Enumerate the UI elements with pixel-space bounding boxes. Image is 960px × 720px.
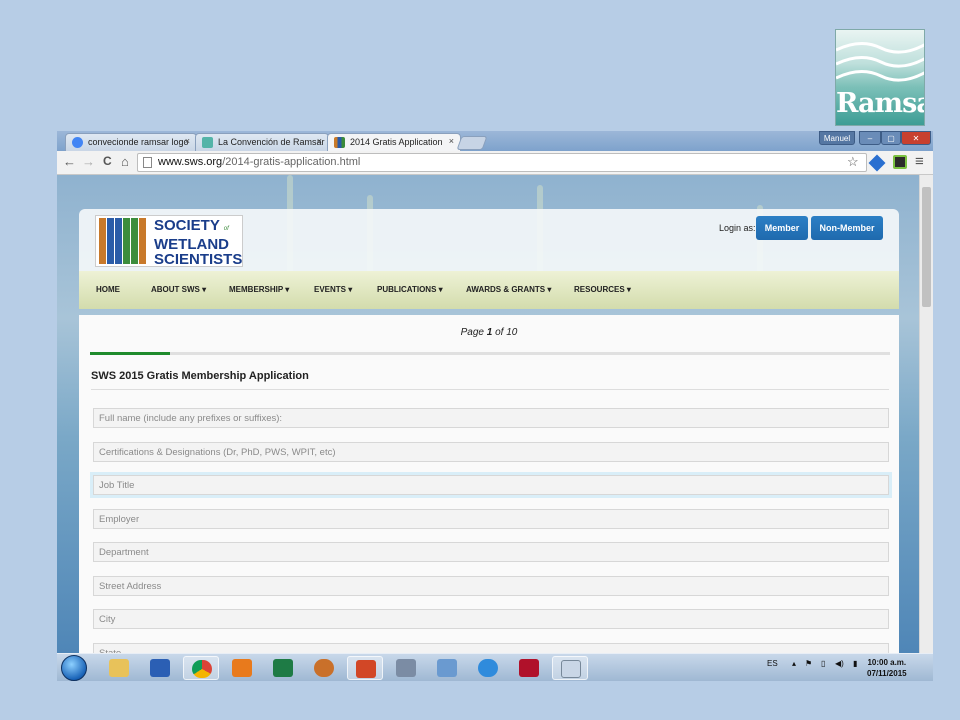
snipping-tool-taskbar-icon[interactable] xyxy=(552,656,588,680)
application-form: Page 1 of 10 SWS 2015 Gratis Membership … xyxy=(79,315,899,653)
tab-label: convecionde ramsar logo xyxy=(88,137,189,147)
screenshot-window: convecionde ramsar logo × La Convención … xyxy=(57,131,933,681)
logo-line-3: SCIENTISTS xyxy=(154,251,243,268)
show-hidden-icons[interactable]: ▴ xyxy=(792,659,796,668)
explorer-taskbar-icon[interactable] xyxy=(101,656,137,680)
divider xyxy=(91,389,889,390)
ramsar-logo-text: Ramsar xyxy=(836,88,924,119)
ramsar-favicon-icon xyxy=(202,137,213,148)
progress-fill xyxy=(90,352,170,355)
sws-logo[interactable]: SOCIETY of WETLAND SCIENTISTS xyxy=(95,215,243,267)
powerpoint-taskbar-icon[interactable] xyxy=(347,656,383,680)
browser-titlebar: convecionde ramsar logo × La Convención … xyxy=(57,131,933,151)
logo-line-2: WETLAND xyxy=(154,236,229,253)
logo-of: of xyxy=(223,226,229,232)
url-path: /2014-gratis-application.html xyxy=(222,156,361,168)
member-login-button[interactable]: Member xyxy=(756,216,808,240)
department-field[interactable]: Department xyxy=(93,542,889,562)
new-tab-button[interactable] xyxy=(456,136,488,150)
nav-home[interactable]: HOME xyxy=(96,285,120,294)
media-player-taskbar-icon[interactable] xyxy=(224,656,260,680)
nav-publications[interactable]: PUBLICATIONS ▾ xyxy=(377,285,443,294)
taskbar-clock[interactable]: 10:00 a.m. 07/11/2015 xyxy=(867,657,907,679)
nav-resources[interactable]: RESOURCES ▾ xyxy=(574,285,631,294)
calculator-taskbar-icon[interactable] xyxy=(388,656,424,680)
action-center-icon[interactable]: ⚑ xyxy=(805,659,812,668)
close-tab-icon[interactable]: × xyxy=(185,136,190,146)
url-host: www.sws.org xyxy=(158,156,223,168)
close-tab-icon[interactable]: × xyxy=(449,136,454,146)
chrome-menu-icon[interactable]: ≡ xyxy=(915,153,924,170)
scrollbar-thumb[interactable] xyxy=(922,187,931,307)
nav-membership[interactable]: MEMBERSHIP ▾ xyxy=(229,285,289,294)
job-title-field[interactable]: Job Title xyxy=(93,475,889,495)
tab-ramsar-logo-search[interactable]: convecionde ramsar logo × xyxy=(65,133,197,151)
close-tab-icon[interactable]: × xyxy=(317,136,322,146)
internet-explorer-taskbar-icon[interactable] xyxy=(470,656,506,680)
clock-date: 07/11/2015 xyxy=(867,669,907,678)
sws-favicon-icon xyxy=(334,137,345,148)
city-field[interactable]: City xyxy=(93,609,889,629)
nav-about[interactable]: ABOUT SWS ▾ xyxy=(151,285,206,294)
state-field[interactable]: State xyxy=(93,643,889,653)
back-icon[interactable]: ← xyxy=(63,154,76,169)
street-address-field[interactable]: Street Address xyxy=(93,576,889,596)
battery-icon[interactable]: ▯ xyxy=(821,659,825,668)
extension-icon[interactable] xyxy=(868,154,886,172)
profile-button[interactable]: Manuel xyxy=(819,131,855,145)
nav-awards-grants[interactable]: AWARDS & GRANTS ▾ xyxy=(466,285,551,294)
home-icon[interactable]: ⌂ xyxy=(121,154,129,169)
tab-label: La Convención de Ramsar xyxy=(218,137,325,147)
ramsar-logo: Ramsar xyxy=(835,29,925,126)
start-button[interactable] xyxy=(61,655,87,681)
tab-label: 2014 Gratis Application xyxy=(350,137,443,147)
clock-time: 10:00 a.m. xyxy=(867,658,907,667)
volume-icon[interactable]: ◀) xyxy=(835,659,844,668)
excel-taskbar-icon[interactable] xyxy=(265,656,301,680)
page-scrollbar[interactable] xyxy=(919,175,933,653)
close-window-button[interactable]: ✕ xyxy=(901,131,931,145)
form-progress-bar xyxy=(90,352,890,355)
mendeley-taskbar-icon[interactable] xyxy=(511,656,547,680)
language-indicator[interactable]: ES xyxy=(767,659,778,668)
url-bar[interactable]: www.sws.org/2014-gratis-application.html xyxy=(137,153,867,172)
bookmark-star-icon[interactable]: ☆ xyxy=(847,154,859,170)
nonmember-login-button[interactable]: Non-Member xyxy=(811,216,883,240)
minimize-button[interactable]: – xyxy=(859,131,881,145)
certifications-field[interactable]: Certifications & Designations (Dr, PhD, … xyxy=(93,442,889,462)
main-nav: HOME ABOUT SWS ▾ MEMBERSHIP ▾ EVENTS ▾ P… xyxy=(79,271,899,309)
word-taskbar-icon[interactable] xyxy=(142,656,178,680)
page-icon xyxy=(143,157,152,168)
network-status-icon[interactable]: ▮ xyxy=(853,659,857,668)
windows-taskbar: ES ▴ ⚑ ▯ ◀) ▮ 10:00 a.m. 07/11/2015 xyxy=(57,653,933,681)
maximize-button[interactable]: ▢ xyxy=(881,131,901,145)
employer-field[interactable]: Employer xyxy=(93,509,889,529)
forward-icon[interactable]: → xyxy=(82,154,95,169)
web-page: SOCIETY of WETLAND SCIENTISTS Login as: … xyxy=(57,175,919,653)
evernote-extension-icon[interactable] xyxy=(893,155,907,169)
site-header: SOCIETY of WETLAND SCIENTISTS Login as: … xyxy=(79,209,899,271)
tab-gratis-application[interactable]: 2014 Gratis Application × xyxy=(327,133,461,151)
full-name-field[interactable]: Full name (include any prefixes or suffi… xyxy=(93,408,889,428)
login-label: Login as: xyxy=(719,223,756,233)
tab-ramsar-convention[interactable]: La Convención de Ramsar × xyxy=(195,133,329,151)
network-taskbar-icon[interactable] xyxy=(429,656,465,680)
page-indicator: Page 1 of 10 xyxy=(460,327,518,338)
chrome-taskbar-icon[interactable] xyxy=(183,656,219,680)
google-icon xyxy=(72,137,83,148)
nav-events[interactable]: EVENTS ▾ xyxy=(314,285,352,294)
form-title: SWS 2015 Gratis Membership Application xyxy=(91,370,309,382)
logo-line-1: SOCIETY xyxy=(154,217,220,234)
reload-icon[interactable]: C xyxy=(103,154,112,168)
address-toolbar: ← → C ⌂ www.sws.org/2014-gratis-applicat… xyxy=(57,151,933,175)
baseball-app-taskbar-icon[interactable] xyxy=(306,656,342,680)
